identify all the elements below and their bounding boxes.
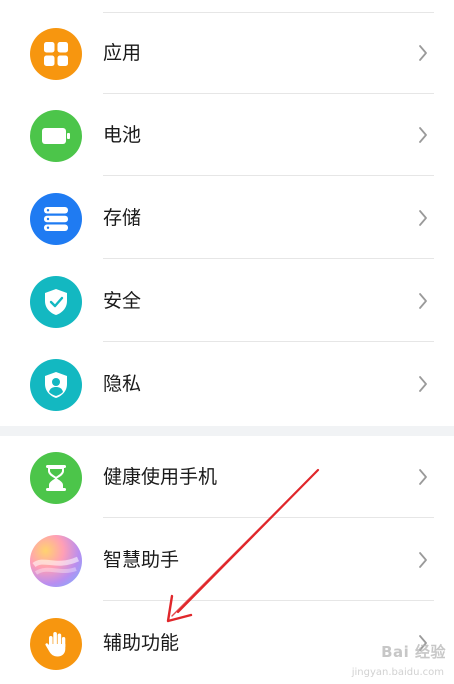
settings-item-label: 智慧助手 [103,549,180,571]
divider [103,175,434,176]
settings-item-security[interactable]: 安全 [0,260,454,342]
settings-item-apps[interactable]: 应用 [0,12,454,94]
chevron-right-icon [419,293,427,309]
settings-item-label: 存储 [103,207,142,229]
settings-item-label: 电池 [103,124,142,146]
divider [103,258,434,259]
settings-item-label: 辅助功能 [103,632,180,654]
chevron-right-icon [419,45,427,61]
battery-icon [30,110,82,162]
settings-item-label: 健康使用手机 [103,466,218,488]
settings-item-label: 安全 [103,290,142,312]
shield-check-icon [30,276,82,328]
divider [103,600,434,601]
divider [103,517,434,518]
chevron-right-icon [419,469,427,485]
hand-icon [30,618,82,670]
settings-item-label: 应用 [103,42,142,64]
settings-item-battery[interactable]: 电池 [0,94,454,176]
apps-icon [30,28,82,80]
hourglass-icon [30,452,82,504]
settings-item-label: 隐私 [103,373,142,395]
watermark-url: jingyan.baidu.com [351,667,444,678]
section-gap [0,426,454,436]
settings-item-digital-balance[interactable]: 健康使用手机 [0,436,454,518]
watermark-logo: Bai 经验 [381,643,446,661]
chevron-right-icon [419,552,427,568]
settings-item-storage[interactable]: 存储 [0,177,454,259]
settings-item-privacy[interactable]: 隐私 [0,343,454,425]
chevron-right-icon [419,127,427,143]
chevron-right-icon [419,376,427,392]
divider [103,341,434,342]
chevron-right-icon [419,210,427,226]
storage-icon [30,193,82,245]
privacy-icon [30,359,82,411]
smart-assistant-icon [30,535,82,587]
settings-item-smart-assistant[interactable]: 智慧助手 [0,519,454,601]
